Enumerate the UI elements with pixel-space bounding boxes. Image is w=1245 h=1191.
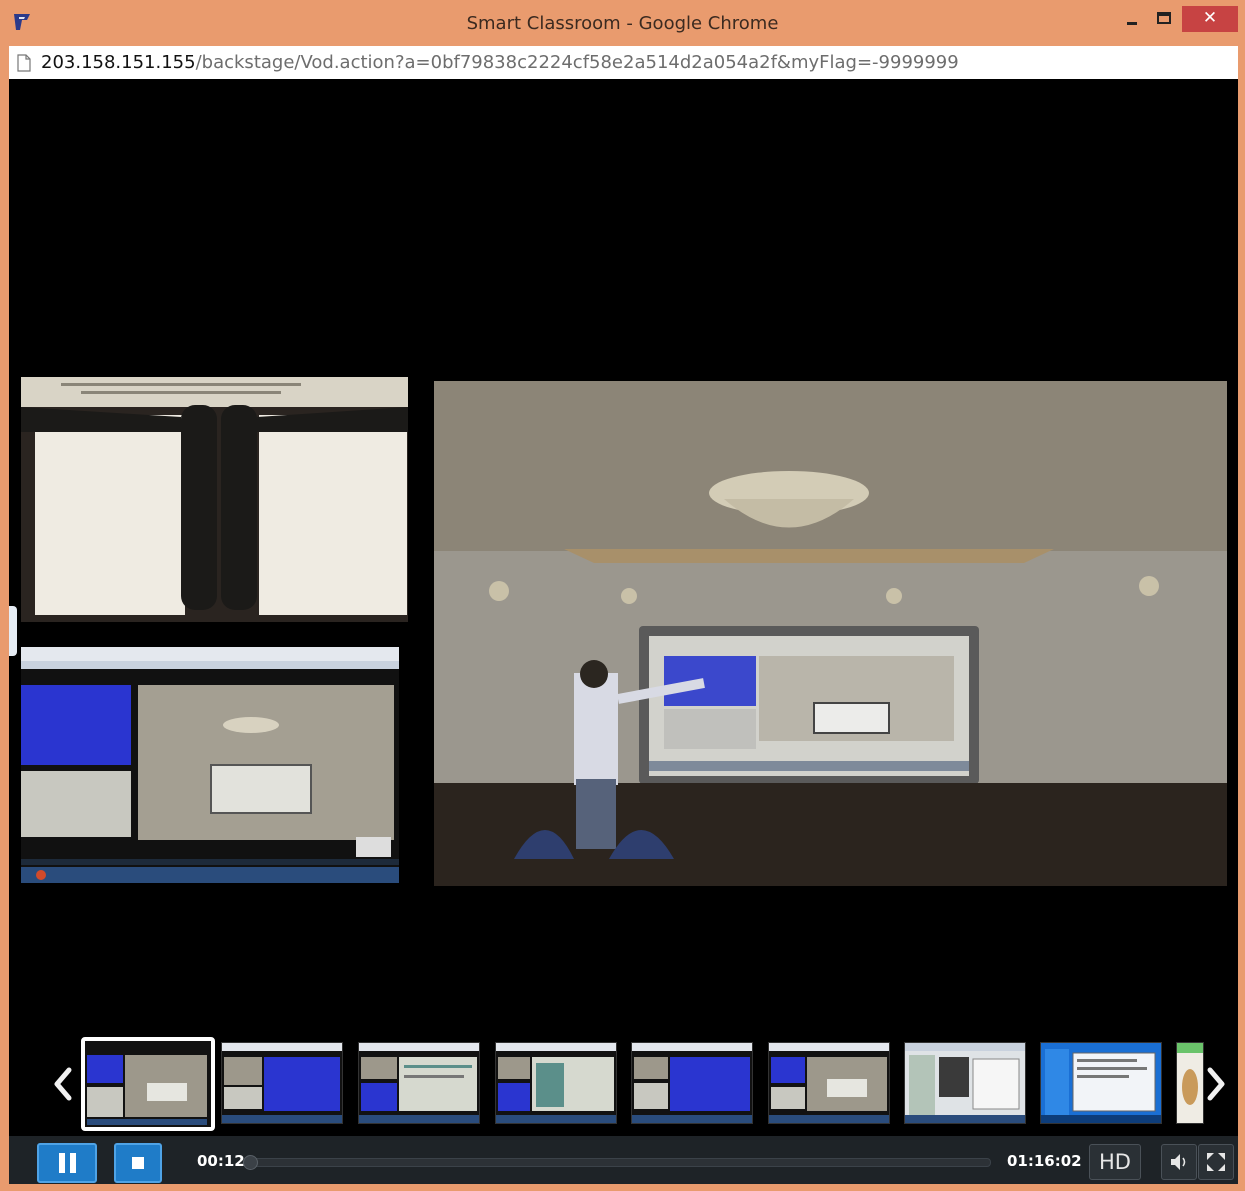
page-icon: [17, 54, 31, 72]
thumbnail-1[interactable]: [81, 1037, 215, 1131]
thumbnail-image: [222, 1043, 342, 1123]
thumbnail-4[interactable]: [495, 1042, 617, 1124]
video-player[interactable]: 00:12 01:16:02 HD: [9, 79, 1238, 1184]
thumbnail-9[interactable]: [1176, 1042, 1204, 1124]
camera-closeup-view[interactable]: [21, 377, 408, 622]
thumbnail-image: [1177, 1043, 1203, 1123]
side-panel-toggle[interactable]: [9, 606, 17, 656]
thumbnail-strip: [9, 1034, 1238, 1134]
pause-button[interactable]: [37, 1143, 97, 1183]
maximize-button[interactable]: [1150, 6, 1178, 32]
maximize-icon: [1157, 12, 1171, 24]
screen-video-frame: [21, 647, 399, 883]
thumbnail-image: [1041, 1043, 1161, 1123]
thumbnail-image: [905, 1043, 1025, 1123]
seek-bar[interactable]: [243, 1155, 991, 1170]
seek-handle[interactable]: [243, 1155, 259, 1170]
stop-button[interactable]: [114, 1143, 162, 1183]
thumbnail-image: [496, 1043, 616, 1123]
title-bar[interactable]: Smart Classroom - Google Chrome ✕: [0, 0, 1245, 46]
thumbnail-image: [85, 1041, 211, 1127]
url-text[interactable]: 203.158.151.155/backstage/Vod.action?a=0…: [41, 52, 959, 73]
url-host: 203.158.151.155: [41, 52, 196, 73]
chevron-left-icon[interactable]: [49, 1066, 75, 1102]
thumbnail-image: [359, 1043, 479, 1123]
window-title: Smart Classroom - Google Chrome: [466, 13, 779, 34]
browser-window: Smart Classroom - Google Chrome ✕ 203.15…: [0, 0, 1245, 1191]
thumbnail-7[interactable]: [904, 1042, 1026, 1124]
hd-button[interactable]: HD: [1089, 1144, 1141, 1180]
current-time: 00:12: [197, 1152, 245, 1170]
classroom-camera-view[interactable]: [434, 381, 1227, 886]
thumbnail-image: [769, 1043, 889, 1123]
classroom-video-frame: [434, 381, 1227, 886]
total-time: 01:16:02: [1007, 1152, 1082, 1170]
url-path: /backstage/Vod.action?a=0bf79838c2224cf5…: [195, 52, 959, 73]
thumbnail-3[interactable]: [358, 1042, 480, 1124]
thumbnail-5[interactable]: [631, 1042, 753, 1124]
stop-icon: [132, 1157, 144, 1169]
close-icon: ✕: [1202, 8, 1218, 28]
minimize-icon: [1127, 22, 1137, 25]
closeup-video-frame: [21, 377, 408, 622]
player-control-bar: 00:12 01:16:02 HD: [9, 1136, 1238, 1184]
fullscreen-button[interactable]: [1198, 1144, 1234, 1180]
thumbnail-8[interactable]: [1040, 1042, 1162, 1124]
thumbnail-6[interactable]: [768, 1042, 890, 1124]
minimize-button[interactable]: [1118, 6, 1146, 32]
thumbnail-2[interactable]: [221, 1042, 343, 1124]
speaker-icon: [1171, 1154, 1186, 1170]
thumbnail-image: [632, 1043, 752, 1123]
close-button[interactable]: ✕: [1182, 6, 1238, 32]
volume-button[interactable]: [1161, 1144, 1197, 1180]
chevron-right-icon[interactable]: [1204, 1066, 1230, 1102]
fullscreen-icon: [1207, 1153, 1225, 1171]
screen-capture-view[interactable]: [21, 647, 399, 883]
address-bar[interactable]: 203.158.151.155/backstage/Vod.action?a=0…: [9, 46, 1238, 79]
pause-icon: [59, 1153, 76, 1173]
